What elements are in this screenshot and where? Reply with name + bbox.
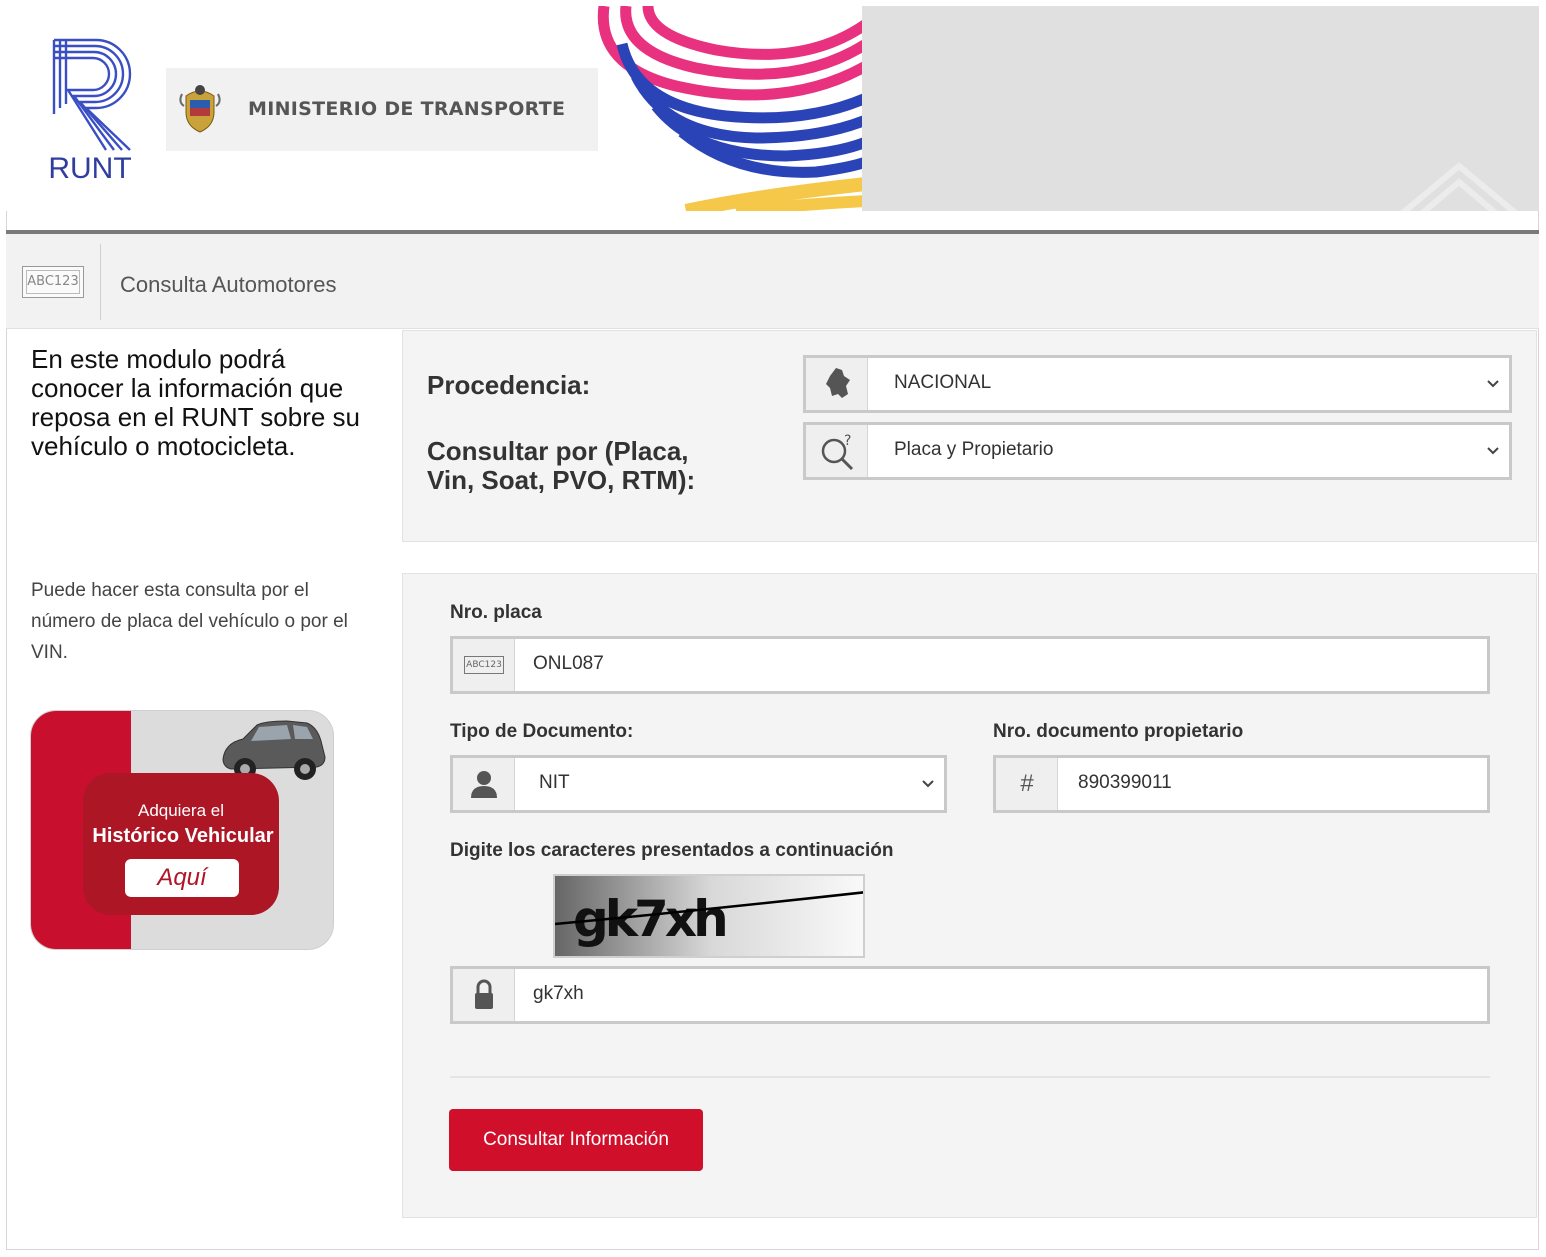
consultar-informacion-button[interactable]: Consultar Información <box>449 1109 703 1171</box>
nro-documento-field[interactable]: # 890399011 <box>993 755 1490 813</box>
consultar-por-value: Placa y Propietario <box>894 439 1054 460</box>
header-banner: RUNT MINISTERIO DE TRANSPORTE <box>6 6 1539 211</box>
chevron-down-icon <box>1487 380 1499 388</box>
captcha-image: gk7xh <box>553 874 865 958</box>
search-question-icon: ? <box>806 425 868 477</box>
svg-text:RUNT: RUNT <box>48 152 131 185</box>
nro-documento-label: Nro. documento propietario <box>993 721 1244 742</box>
chevron-down-icon <box>922 780 934 788</box>
promo-subtitle: Adquiera el <box>137 801 224 820</box>
tipo-documento-label: Tipo de Documento: <box>450 721 634 742</box>
banner-gray-ornament <box>1400 162 1518 211</box>
license-plate-icon: ABC123 <box>453 639 515 691</box>
runt-logo[interactable]: RUNT <box>40 34 140 189</box>
procedencia-label: Procedencia: <box>427 370 591 400</box>
query-type-panel: Procedencia: NACIONAL Consultar por (Pla… <box>402 330 1537 542</box>
lock-icon <box>453 969 515 1021</box>
placa-label: Nro. placa <box>450 602 542 623</box>
hint-text: Puede hacer esta consulta por el número … <box>31 580 348 663</box>
colombia-map-icon <box>806 358 868 410</box>
intro-text: En este modulo podrá conocer la informac… <box>31 344 361 461</box>
procedencia-value: NACIONAL <box>894 372 992 393</box>
placa-field[interactable]: ABC123 ONL087 <box>450 636 1490 694</box>
captcha-field[interactable]: gk7xh <box>450 966 1490 1024</box>
ministry-badge: MINISTERIO DE TRANSPORTE <box>166 68 598 151</box>
promo-title: Histórico Vehicular <box>92 825 274 847</box>
page-title: Consulta Automotores <box>120 272 337 297</box>
captcha-input-value[interactable]: gk7xh <box>533 983 584 1005</box>
svg-text:?: ? <box>844 433 851 449</box>
consultar-label-line1: Consultar por (Placa, <box>427 436 689 466</box>
decorative-waves <box>597 6 862 211</box>
tipo-documento-value: NIT <box>539 772 570 793</box>
section-divider <box>100 244 101 320</box>
nro-documento-value[interactable]: 890399011 <box>1078 772 1172 794</box>
consultar-por-select[interactable]: ? Placa y Propietario <box>803 422 1512 480</box>
captcha-label: Digite los caracteres presentados a cont… <box>450 840 894 861</box>
chevron-down-icon <box>1487 447 1499 455</box>
placa-input-value[interactable]: ONL087 <box>533 653 604 675</box>
section-header: ABC123 Consulta Automotores <box>6 234 1539 329</box>
promo-aqui-button[interactable]: Aquí <box>125 859 239 897</box>
colombia-shield-icon <box>179 85 221 133</box>
license-plate-icon: ABC123 <box>22 266 84 298</box>
banner-white-area: RUNT MINISTERIO DE TRANSPORTE <box>6 6 862 211</box>
ministry-name: MINISTERIO DE TRANSPORTE <box>248 98 566 120</box>
user-icon <box>453 758 515 810</box>
hash-icon: # <box>996 758 1058 810</box>
query-form-panel: Nro. placa ABC123 ONL087 Tipo de Documen… <box>402 573 1537 1218</box>
historico-vehicular-banner[interactable]: Adquiera el Histórico Vehicular Aquí <box>30 710 334 950</box>
tipo-documento-select[interactable]: NIT <box>450 755 947 813</box>
form-divider <box>450 1076 1490 1078</box>
procedencia-select[interactable]: NACIONAL <box>803 355 1512 413</box>
consultar-label-line2: Vin, Soat, PVO, RTM): <box>427 465 696 495</box>
